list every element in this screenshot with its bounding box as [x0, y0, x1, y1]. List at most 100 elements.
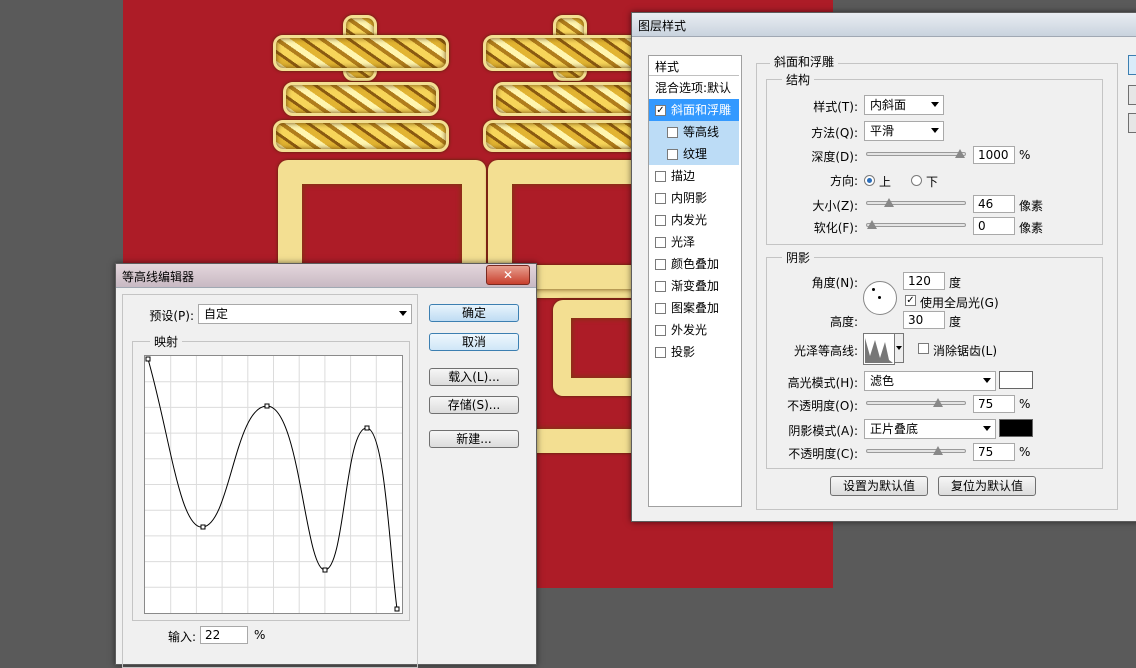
highlight-mode-select[interactable]: 滤色 [864, 371, 996, 391]
make-default-button[interactable]: 设置为默认值 [830, 476, 928, 496]
highlight-color-swatch[interactable] [999, 371, 1033, 389]
chevron-down-icon [896, 346, 902, 350]
angle-dial[interactable] [863, 281, 897, 315]
style-item-label: 内发光 [671, 213, 708, 227]
style-item-label: 描边 [671, 169, 696, 183]
depth-slider[interactable] [866, 149, 966, 158]
chevron-down-icon [931, 128, 939, 133]
soften-input[interactable]: 0 [973, 217, 1015, 235]
style-item-checkbox[interactable] [655, 281, 666, 292]
style-item[interactable]: 纹理 [649, 143, 739, 165]
contour-graph[interactable] [144, 355, 403, 614]
style-item[interactable]: 外发光 [649, 319, 739, 341]
shadow-mode-select[interactable]: 正片叠底 [864, 419, 996, 439]
style-item[interactable]: ✓ 斜面和浮雕 [649, 99, 739, 121]
technique-value: 平滑 [870, 124, 895, 138]
size-input[interactable]: 46 [973, 195, 1015, 213]
contour-editor-titlebar[interactable]: 等高线编辑器 [116, 264, 536, 288]
styles-list: 样式 混合选项:默认 ✓ 斜面和浮雕等高线 纹理描边内阴影内发光光泽颜色叠加 渐变叠加图… [648, 55, 742, 507]
style-item[interactable]: 图案叠加 [649, 297, 739, 319]
angle-input[interactable]: 120 [903, 272, 945, 290]
input-unit: % [254, 628, 266, 642]
bevel-style-select[interactable]: 内斜面 [864, 95, 944, 115]
shadow-mode-value: 正片叠底 [870, 422, 919, 436]
style-item[interactable]: 颜色叠加 [649, 253, 739, 275]
chevron-down-icon [399, 311, 407, 316]
highlight-opacity-slider[interactable] [866, 398, 966, 407]
style-item[interactable]: 内发光 [649, 209, 739, 231]
style-item-checkbox[interactable] [655, 325, 666, 336]
ok-button[interactable] [1128, 55, 1136, 75]
angle-label: 角度(N): [811, 276, 858, 290]
highlight-opacity-thumb[interactable] [933, 398, 943, 407]
structure-title: 结构 [782, 71, 815, 88]
shadow-opacity-slider[interactable] [866, 446, 966, 455]
technique-select[interactable]: 平滑 [864, 121, 944, 141]
style-item[interactable]: 渐变叠加 [649, 275, 739, 297]
style-item[interactable]: 描边 [649, 165, 739, 187]
soften-slider-thumb[interactable] [867, 220, 877, 229]
gloss-contour-thumbnail[interactable] [863, 333, 895, 365]
style-item-label: 光泽 [671, 235, 696, 249]
size-slider-thumb[interactable] [883, 198, 894, 207]
ok-button[interactable]: 确定 [429, 304, 519, 322]
gloss-contour-dropdown[interactable] [894, 333, 904, 363]
shadow-mode-label: 阴影模式(A): [788, 424, 858, 438]
style-item[interactable]: 等高线 [649, 121, 739, 143]
style-item-checkbox[interactable] [655, 303, 666, 314]
layer-style-title: 图层样式 [638, 19, 687, 33]
contour-editor-title: 等高线编辑器 [122, 270, 195, 284]
style-item-checkbox[interactable] [655, 347, 666, 358]
style-item[interactable]: 光泽 [649, 231, 739, 253]
save-button[interactable]: 存储(S)... [429, 396, 519, 414]
soften-slider[interactable] [866, 220, 966, 229]
style-item-checkbox[interactable] [655, 171, 666, 182]
style-item-checkbox[interactable] [655, 237, 666, 248]
new-button[interactable]: 新建... [429, 430, 519, 448]
altitude-input[interactable]: 30 [903, 311, 945, 329]
highlight-mode-label: 高光模式(H): [787, 376, 858, 390]
bevel-emboss-title: 斜面和浮雕 [770, 53, 839, 70]
shadow-color-swatch[interactable] [999, 419, 1033, 437]
style-item[interactable]: 内阴影 [649, 187, 739, 209]
direction-up-radio[interactable] [864, 175, 875, 186]
direction-up-label: 上 [879, 175, 892, 189]
depth-input[interactable]: 1000 [973, 146, 1015, 164]
close-icon: ✕ [502, 268, 514, 282]
direction-down-radio[interactable] [911, 175, 922, 186]
style-item-checkbox[interactable] [667, 127, 678, 138]
style-item[interactable]: 混合选项:默认 [649, 77, 739, 99]
technique-label: 方法(Q): [811, 126, 858, 140]
soften-label: 软化(F): [813, 221, 858, 235]
global-light-checkbox[interactable]: ✓ [905, 295, 916, 306]
highlight-mode-value: 滤色 [870, 374, 895, 388]
style-item-checkbox[interactable]: ✓ [655, 105, 666, 116]
size-slider[interactable] [866, 198, 966, 207]
reset-default-button[interactable]: 复位为默认值 [938, 476, 1036, 496]
style-item-label: 图案叠加 [671, 301, 720, 315]
style-item-checkbox[interactable] [655, 259, 666, 270]
style-item[interactable]: 投影 [649, 341, 739, 363]
cancel-button[interactable] [1128, 85, 1136, 105]
highlight-opacity-input[interactable]: 75 [973, 395, 1015, 413]
load-button[interactable]: 载入(L)... [429, 368, 519, 386]
style-item-checkbox[interactable] [655, 215, 666, 226]
cancel-button[interactable]: 取消 [429, 333, 519, 351]
style-item-label: 斜面和浮雕 [671, 103, 732, 117]
shadow-opacity-thumb[interactable] [933, 446, 943, 455]
style-item-checkbox[interactable] [655, 193, 666, 204]
close-button[interactable]: ✕ [486, 265, 530, 285]
direction-down-label: 下 [926, 175, 939, 189]
depth-slider-thumb[interactable] [955, 149, 965, 158]
input-field[interactable]: 22 [200, 626, 248, 644]
layer-style-titlebar[interactable]: 图层样式 [632, 13, 1136, 37]
preset-select[interactable]: 自定 [198, 304, 412, 324]
size-label: 大小(Z): [812, 199, 858, 213]
shadow-opacity-input[interactable]: 75 [973, 443, 1015, 461]
style-item-checkbox[interactable] [667, 149, 678, 160]
antialias-checkbox[interactable] [918, 343, 929, 354]
new-style-button[interactable] [1128, 113, 1136, 133]
style-label: 样式(T): [813, 100, 858, 114]
styles-header: 样式 [649, 56, 739, 76]
soften-unit: 像素 [1019, 221, 1044, 235]
